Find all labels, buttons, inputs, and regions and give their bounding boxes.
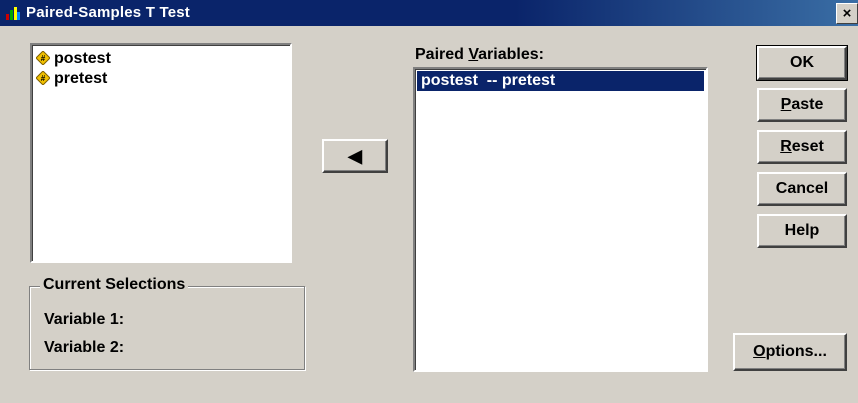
paired-variables-label: Paired Variables:	[415, 46, 544, 63]
move-variable-button[interactable]: ◀	[322, 139, 388, 173]
variable-label: postest	[54, 50, 111, 67]
help-button[interactable]: Help	[757, 214, 847, 248]
variable2-label: Variable 2:	[44, 339, 125, 356]
ok-button[interactable]: OK	[756, 45, 848, 81]
variable-label: pretest	[54, 70, 108, 87]
svg-text:#: #	[41, 74, 46, 83]
paste-button[interactable]: Paste	[757, 88, 847, 122]
numeric-variable-icon: #	[36, 71, 50, 85]
title-bar[interactable]: Paired-Samples T Test ×	[0, 0, 858, 26]
list-item-postest[interactable]: # postest	[36, 49, 111, 69]
variable1-label: Variable 1:	[44, 311, 125, 328]
options-button[interactable]: Options...	[733, 333, 847, 371]
window-title: Paired-Samples T Test	[26, 4, 190, 21]
close-icon: ×	[842, 5, 852, 22]
numeric-variable-icon: #	[36, 51, 50, 65]
paired-samples-dialog: Paired-Samples T Test × # postest # pret…	[0, 0, 858, 403]
cancel-button[interactable]: Cancel	[757, 172, 847, 206]
arrow-left-icon: ◀	[348, 146, 362, 166]
list-item-pretest[interactable]: # pretest	[36, 69, 107, 89]
close-button[interactable]: ×	[836, 3, 858, 24]
paired-variables-list[interactable]: postest -- pretest	[413, 67, 708, 372]
spss-app-icon	[6, 7, 20, 20]
source-variable-list[interactable]: # postest # pretest	[30, 43, 292, 263]
reset-button[interactable]: Reset	[757, 130, 847, 164]
current-selections-legend: Current Selections	[40, 276, 189, 294]
paired-row-selected[interactable]: postest -- pretest	[417, 71, 704, 91]
svg-text:#: #	[41, 54, 46, 63]
